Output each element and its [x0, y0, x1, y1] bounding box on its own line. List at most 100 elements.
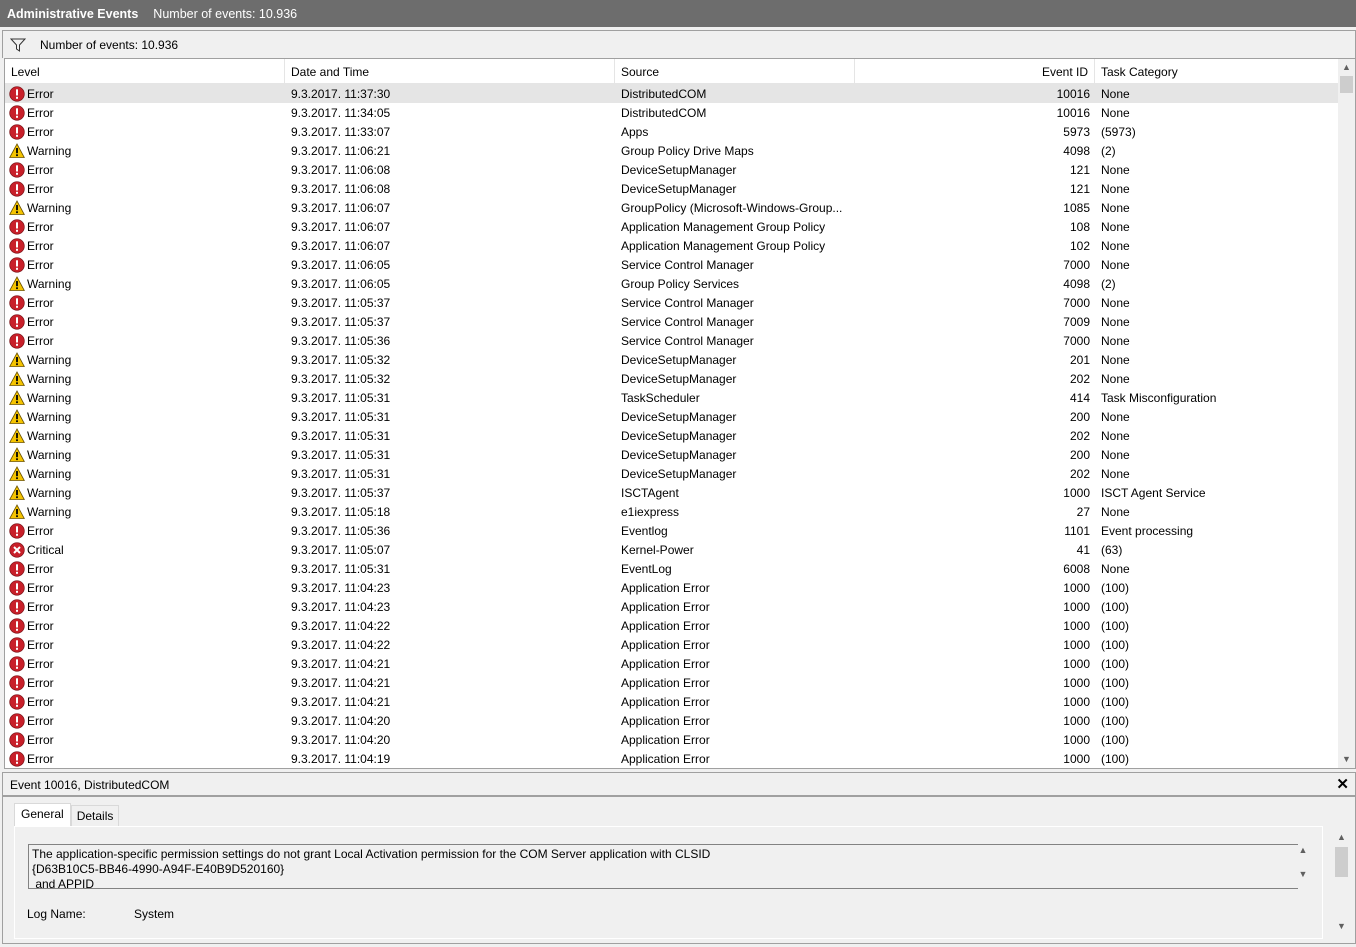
table-row[interactable]: Warning 9.3.2017. 11:06:07 GroupPolicy (… [5, 198, 1339, 217]
table-row[interactable]: Error 9.3.2017. 11:05:37 Service Control… [5, 293, 1339, 312]
table-row[interactable]: Error 9.3.2017. 11:34:05 DistributedCOM … [5, 103, 1339, 122]
table-row[interactable]: Warning 9.3.2017. 11:06:05 Group Policy … [5, 274, 1339, 293]
close-icon[interactable]: ✕ [1336, 775, 1349, 793]
table-row[interactable]: Error 9.3.2017. 11:06:07 Application Man… [5, 236, 1339, 255]
table-row[interactable]: Warning 9.3.2017. 11:05:31 DeviceSetupMa… [5, 464, 1339, 483]
event-id-cell: 121 [1069, 181, 1090, 196]
table-row[interactable]: Warning 9.3.2017. 11:05:32 DeviceSetupMa… [5, 369, 1339, 388]
table-row[interactable]: Error 9.3.2017. 11:06:08 DeviceSetupMana… [5, 160, 1339, 179]
column-header-level[interactable]: Level [5, 59, 285, 84]
task-category-cell: None [1101, 409, 1130, 424]
table-row[interactable]: Error 9.3.2017. 11:06:05 Service Control… [5, 255, 1339, 274]
event-id-cell: 1000 [1063, 637, 1090, 652]
table-row[interactable]: Error 9.3.2017. 11:05:37 Service Control… [5, 312, 1339, 331]
source-cell: Service Control Manager [621, 333, 754, 348]
level-text: Error [27, 105, 54, 120]
table-row[interactable]: Error 9.3.2017. 11:33:07 Apps 5973 (5973… [5, 122, 1339, 141]
table-row[interactable]: Warning 9.3.2017. 11:06:21 Group Policy … [5, 141, 1339, 160]
table-row[interactable]: Error 9.3.2017. 11:04:21 Application Err… [5, 692, 1339, 711]
table-row[interactable]: Error 9.3.2017. 11:04:23 Application Err… [5, 578, 1339, 597]
table-row[interactable]: Critical 9.3.2017. 11:05:07 Kernel-Power… [5, 540, 1339, 559]
date-cell: 9.3.2017. 11:05:36 [291, 333, 391, 348]
date-cell: 9.3.2017. 11:05:31 [291, 447, 391, 462]
tab-details[interactable]: Details [70, 805, 120, 826]
source-cell: DeviceSetupManager [621, 466, 737, 481]
column-header-date[interactable]: Date and Time [285, 59, 615, 84]
table-row[interactable]: Warning 9.3.2017. 11:05:31 TaskScheduler… [5, 388, 1339, 407]
scroll-up-icon[interactable]: ▲ [1333, 829, 1350, 846]
column-header-event-id[interactable]: Event ID [855, 59, 1095, 84]
table-row[interactable]: Error 9.3.2017. 11:04:22 Application Err… [5, 616, 1339, 635]
task-category-cell: None [1101, 200, 1130, 215]
level-text: Warning [27, 200, 72, 215]
message-scrollbar[interactable]: ▲ ▼ [1296, 845, 1310, 888]
scroll-thumb[interactable] [1340, 76, 1353, 93]
error-icon [9, 237, 25, 254]
scroll-down-icon[interactable]: ▼ [1296, 869, 1310, 879]
level-text: Error [27, 314, 54, 329]
error-icon [9, 123, 25, 140]
task-category-cell: None [1101, 219, 1130, 234]
task-category-cell: (100) [1101, 618, 1130, 633]
tab-general[interactable]: General [14, 803, 71, 826]
table-row[interactable]: Error 9.3.2017. 11:04:20 Application Err… [5, 730, 1339, 749]
column-header-task-category[interactable]: Task Category [1095, 59, 1339, 84]
event-id-cell: 4098 [1063, 276, 1090, 291]
event-message[interactable]: The application-specific permission sett… [28, 844, 1298, 889]
detail-scrollbar[interactable]: ▲ ▼ [1333, 829, 1350, 931]
table-row[interactable]: Warning 9.3.2017. 11:05:31 DeviceSetupMa… [5, 445, 1339, 464]
task-category-cell: None [1101, 504, 1130, 519]
source-cell: DistributedCOM [621, 105, 707, 120]
table-row[interactable]: Warning 9.3.2017. 11:05:18 e1iexpress 27… [5, 502, 1339, 521]
task-category-cell: (100) [1101, 580, 1130, 595]
scroll-down-icon[interactable]: ▼ [1338, 751, 1355, 768]
table-row[interactable]: Error 9.3.2017. 11:06:08 DeviceSetupMana… [5, 179, 1339, 198]
general-panel: The application-specific permission sett… [14, 826, 1323, 939]
level-cell: Error [5, 579, 285, 596]
table-row[interactable]: Error 9.3.2017. 11:06:07 Application Man… [5, 217, 1339, 236]
table-row[interactable]: Error 9.3.2017. 11:05:36 Eventlog 1101 E… [5, 521, 1339, 540]
level-cell: Error [5, 256, 285, 273]
level-text: Error [27, 181, 54, 196]
table-row[interactable]: Warning 9.3.2017. 11:05:31 DeviceSetupMa… [5, 426, 1339, 445]
event-id-cell: 1000 [1063, 732, 1090, 747]
date-cell: 9.3.2017. 11:05:31 [291, 409, 391, 424]
table-row[interactable]: Error 9.3.2017. 11:04:22 Application Err… [5, 635, 1339, 654]
error-icon [9, 104, 25, 121]
scroll-thumb[interactable] [1335, 847, 1348, 877]
table-row[interactable]: Error 9.3.2017. 11:04:19 Application Err… [5, 749, 1339, 768]
source-cell: TaskScheduler [621, 390, 700, 405]
table-row[interactable]: Error 9.3.2017. 11:04:21 Application Err… [5, 654, 1339, 673]
error-icon [9, 180, 25, 197]
table-row[interactable]: Warning 9.3.2017. 11:05:37 ISCTAgent 100… [5, 483, 1339, 502]
scroll-up-icon[interactable]: ▲ [1338, 59, 1355, 76]
date-cell: 9.3.2017. 11:34:05 [291, 105, 391, 120]
scroll-up-icon[interactable]: ▲ [1296, 845, 1310, 855]
warning-icon [9, 446, 25, 463]
source-cell: Kernel-Power [621, 542, 694, 557]
scroll-down-icon[interactable]: ▼ [1333, 918, 1350, 935]
table-row[interactable]: Error 9.3.2017. 11:04:21 Application Err… [5, 673, 1339, 692]
level-cell: Error [5, 655, 285, 672]
task-category-cell: (2) [1101, 276, 1116, 291]
source-cell: Eventlog [621, 523, 668, 538]
table-row[interactable]: Error 9.3.2017. 11:37:30 DistributedCOM … [5, 84, 1339, 103]
task-category-cell: (100) [1101, 656, 1130, 671]
table-row[interactable]: Error 9.3.2017. 11:04:20 Application Err… [5, 711, 1339, 730]
error-icon [9, 332, 25, 349]
filter-icon[interactable] [10, 38, 26, 52]
source-cell: Application Management Group Policy [621, 238, 826, 253]
level-cell: Error [5, 731, 285, 748]
table-row[interactable]: Error 9.3.2017. 11:05:31 EventLog 6008 N… [5, 559, 1339, 578]
level-text: Error [27, 656, 54, 671]
date-cell: 9.3.2017. 11:06:05 [291, 257, 391, 272]
event-id-cell: 1000 [1063, 599, 1090, 614]
table-row[interactable]: Warning 9.3.2017. 11:05:32 DeviceSetupMa… [5, 350, 1339, 369]
table-scrollbar[interactable]: ▲ ▼ [1338, 59, 1355, 768]
level-cell: Error [5, 712, 285, 729]
table-row[interactable]: Error 9.3.2017. 11:04:23 Application Err… [5, 597, 1339, 616]
table-row[interactable]: Error 9.3.2017. 11:05:36 Service Control… [5, 331, 1339, 350]
table-row[interactable]: Warning 9.3.2017. 11:05:31 DeviceSetupMa… [5, 407, 1339, 426]
warning-icon [9, 408, 25, 425]
column-header-source[interactable]: Source [615, 59, 855, 84]
